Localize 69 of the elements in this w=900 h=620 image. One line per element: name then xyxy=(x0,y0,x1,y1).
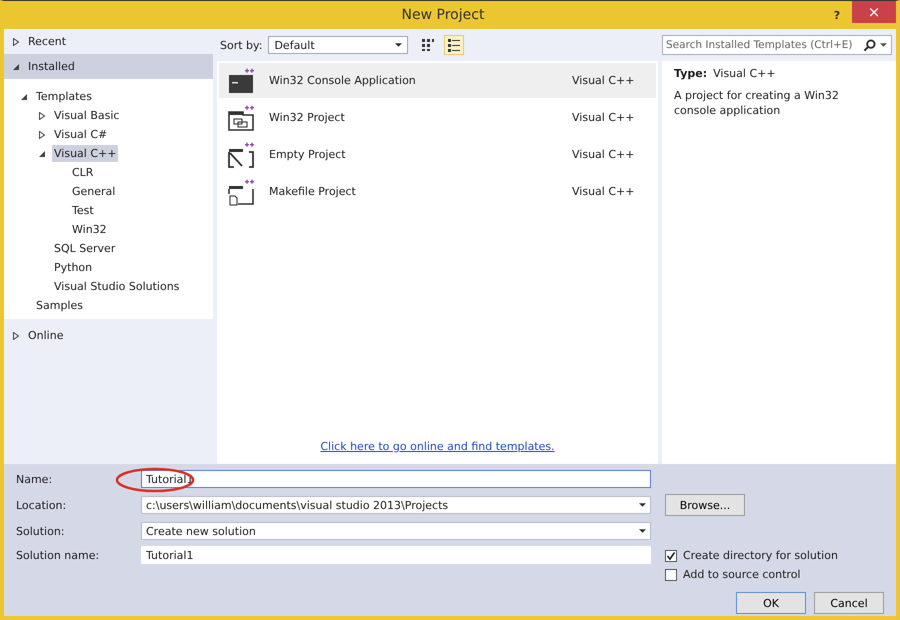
checkbox-label: Add to source control xyxy=(683,568,800,581)
template-name: Empty Project xyxy=(269,148,347,161)
template-language: Visual C++ xyxy=(572,111,636,124)
template-language: Visual C++ xyxy=(572,185,636,198)
cancel-button[interactable]: Cancel xyxy=(814,592,884,614)
expander-icon[interactable] xyxy=(38,150,46,158)
online-templates-link[interactable]: Click here to go online and find templates. xyxy=(320,440,555,453)
template-item[interactable]: Win32 Project Visual C++ xyxy=(219,100,656,135)
sidebar-section[interactable]: Online xyxy=(4,323,213,348)
search-field[interactable]: Search Installed Templates (Ctrl+E) xyxy=(662,35,892,55)
tree-item[interactable]: Visual Studio Solutions xyxy=(52,278,182,295)
tree-item[interactable]: SQL Server xyxy=(52,240,118,257)
checkbox-label: Create directory for solution xyxy=(683,549,838,562)
template-name: Makefile Project xyxy=(269,185,357,198)
help-button[interactable]: ? xyxy=(822,4,852,26)
template-item[interactable]: Makefile Project Visual C++ xyxy=(219,174,656,209)
expander-icon[interactable] xyxy=(20,92,28,100)
expander-icon xyxy=(12,62,20,70)
empty-project-icon xyxy=(227,140,255,168)
checkbox[interactable] xyxy=(665,550,677,562)
tree-item[interactable]: Visual C# xyxy=(52,126,110,143)
template-name: Win32 Console Application xyxy=(269,74,417,87)
checkbox[interactable] xyxy=(665,568,677,580)
template-item[interactable]: Empty Project Visual C++ xyxy=(219,137,656,172)
window-title: New Project xyxy=(400,7,486,23)
sort-label: Sort by: xyxy=(220,38,262,52)
type-label: Type: xyxy=(674,67,708,80)
caret-icon xyxy=(639,503,646,507)
expander-icon[interactable] xyxy=(38,112,46,120)
template-name: Win32 Project xyxy=(269,111,346,124)
tree-item[interactable]: Test xyxy=(70,202,96,219)
solution-name-label: Solution name: xyxy=(16,548,100,562)
console-window-icon xyxy=(227,66,255,94)
template-language: Visual C++ xyxy=(572,148,636,161)
caret-icon xyxy=(880,43,887,47)
template-description: A project for creating a Win32 console application xyxy=(674,88,840,118)
sort-dropdown[interactable]: Default xyxy=(268,36,408,54)
expander-icon[interactable] xyxy=(38,130,46,138)
caret-icon xyxy=(639,529,646,533)
tree-item[interactable]: Samples xyxy=(34,297,85,314)
tree-item[interactable]: Visual Basic xyxy=(52,107,122,124)
template-item[interactable]: Win32 Console Application Visual C++ xyxy=(219,63,656,98)
template-language: Visual C++ xyxy=(572,74,636,87)
solution-dropdown[interactable]: Create new solution xyxy=(141,522,651,540)
type-value: Visual C++ xyxy=(713,67,776,80)
sidebar-section[interactable]: Installed xyxy=(4,54,213,79)
sidebar-section[interactable]: Recent xyxy=(4,29,213,54)
caret-icon xyxy=(395,43,402,47)
ok-button[interactable]: OK xyxy=(736,592,806,614)
solution-label: Solution: xyxy=(16,524,66,538)
name-label: Name: xyxy=(16,472,54,486)
tree-item[interactable]: General xyxy=(70,183,118,200)
location-label: Location: xyxy=(16,498,68,512)
window-project-icon xyxy=(227,104,255,132)
close-button[interactable]: × xyxy=(852,1,896,23)
search-icon xyxy=(863,38,876,52)
tree-item[interactable]: Templates xyxy=(34,88,94,105)
list-view-button[interactable] xyxy=(444,35,464,55)
tree-item[interactable]: Python xyxy=(52,259,94,276)
file-project-icon xyxy=(227,178,255,206)
name-field[interactable]: Tutorial1 xyxy=(141,470,651,488)
tree-item[interactable]: CLR xyxy=(70,164,96,181)
tree-item[interactable]: Win32 xyxy=(70,221,109,238)
expander-icon xyxy=(12,38,20,46)
expander-icon xyxy=(12,332,20,340)
browse-button[interactable]: Browse... xyxy=(665,494,745,516)
tree-item[interactable]: Visual C++ xyxy=(52,145,118,162)
solution-name-field[interactable]: Tutorial1 xyxy=(141,546,651,564)
location-dropdown[interactable]: c:\users\william\documents\visual studio 2013\Projects xyxy=(141,496,651,514)
